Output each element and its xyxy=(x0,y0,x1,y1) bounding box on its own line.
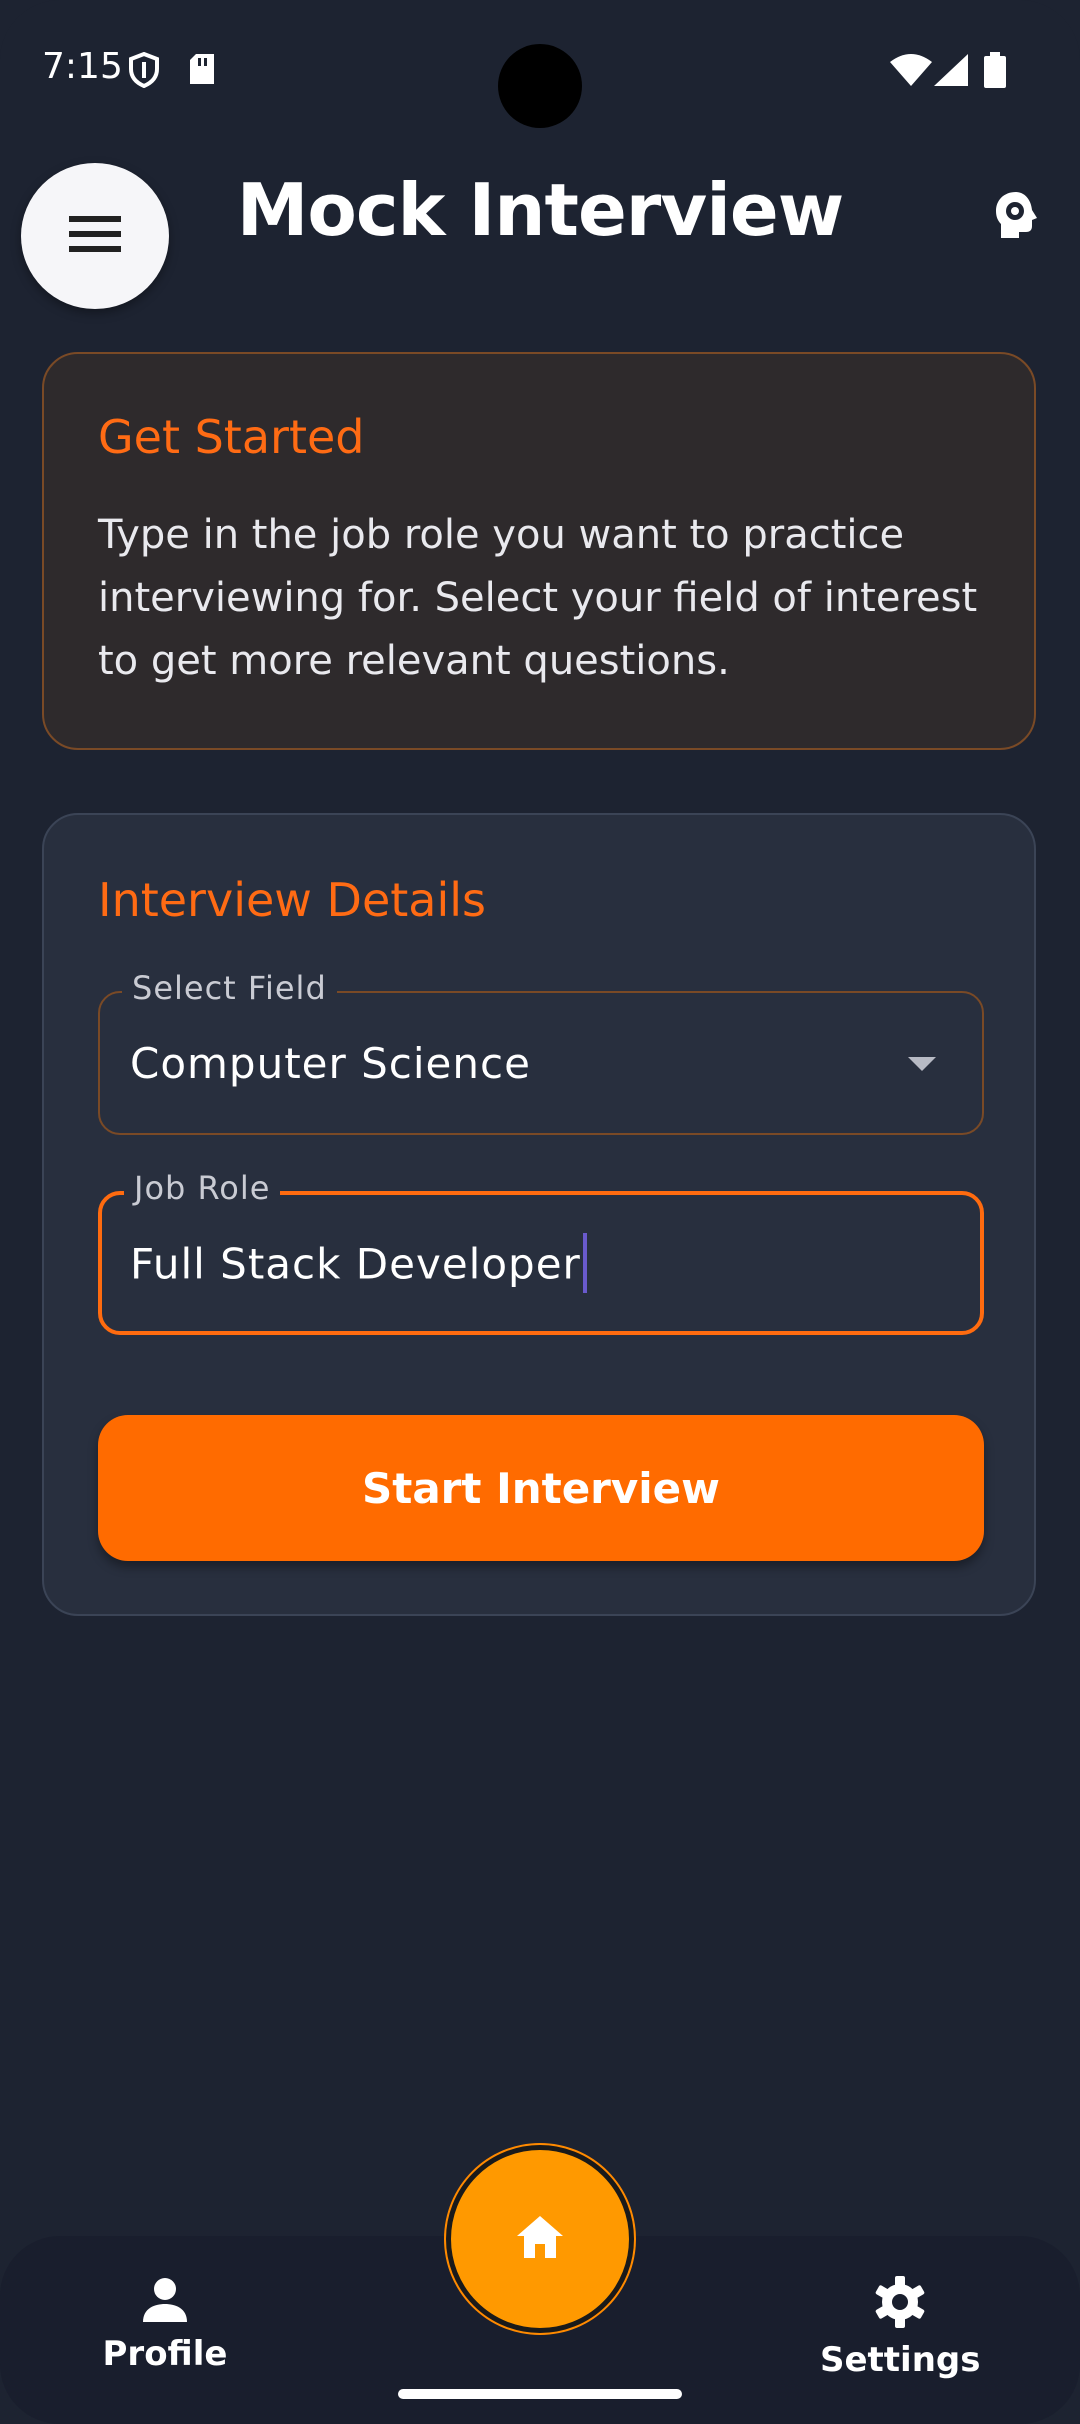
home-button[interactable] xyxy=(446,2145,634,2333)
wifi-icon xyxy=(890,54,932,90)
start-interview-button[interactable]: Start Interview xyxy=(98,1415,984,1561)
text-cursor xyxy=(582,1233,587,1293)
job-role-input[interactable]: Job Role Full Stack Developer xyxy=(98,1169,984,1335)
info-card: Get Started Type in the job role you wan… xyxy=(42,352,1036,750)
signal-icon xyxy=(934,54,968,90)
nav-profile-label: Profile xyxy=(102,2334,228,2374)
interview-details-title: Interview Details xyxy=(98,873,486,927)
shield-icon xyxy=(128,51,160,92)
dropdown-arrow-icon xyxy=(908,1057,936,1071)
info-card-text: Type in the job role you want to practic… xyxy=(98,512,978,684)
sd-card-icon xyxy=(188,52,216,90)
select-field-value: Computer Science xyxy=(130,1039,531,1088)
person-icon xyxy=(141,2278,189,2328)
info-card-title: Get Started xyxy=(98,410,365,464)
select-field-dropdown[interactable]: Select Field Computer Science xyxy=(98,969,984,1135)
nav-profile[interactable]: Profile xyxy=(100,2276,230,2374)
interview-details-card: Interview Details Select Field Computer … xyxy=(42,813,1036,1616)
camera-cutout xyxy=(498,44,582,128)
status-bar: 7:15 xyxy=(0,0,1080,140)
job-role-value: Full Stack Developer xyxy=(130,1239,581,1289)
battery-icon xyxy=(984,52,1006,92)
nav-settings[interactable]: Settings xyxy=(820,2274,981,2380)
select-field-label: Select Field xyxy=(122,969,337,1007)
nav-settings-label: Settings xyxy=(820,2340,981,2380)
brain-gear-icon[interactable] xyxy=(992,190,1040,244)
gear-icon xyxy=(872,2276,928,2334)
home-icon xyxy=(515,2214,565,2264)
job-role-label: Job Role xyxy=(124,1169,281,1207)
screen: 7:15 Mock Interview Get Started Type in … xyxy=(0,0,1080,2424)
page-title: Mock Interview xyxy=(236,168,845,252)
status-time: 7:15 xyxy=(42,46,123,87)
gesture-bar[interactable] xyxy=(398,2389,682,2399)
